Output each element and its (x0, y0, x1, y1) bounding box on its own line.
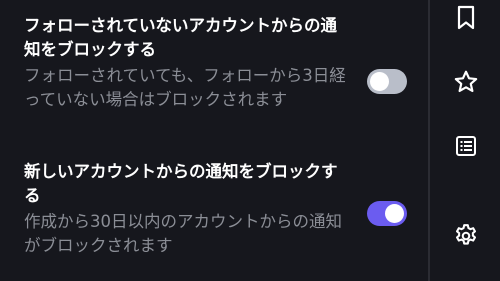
bookmarks-button[interactable] (452, 4, 480, 32)
setting-title: フォローされていないアカウントからの通知をブロックする (24, 16, 338, 59)
setting-block-new-accounts: 新しいアカウントからの通知をブロックする 作成から30日以内のアカウントからの通… (24, 160, 346, 258)
bookmark-icon (457, 5, 475, 30)
list-icon (456, 136, 476, 156)
settings-button[interactable] (452, 222, 480, 250)
favourites-button[interactable] (452, 68, 480, 96)
block-unfollowed-toggle[interactable] (367, 69, 407, 94)
star-icon (454, 70, 478, 93)
setting-block-unfollowed: フォローされていないアカウントからの通知をブロックする フォローされていても、フ… (24, 14, 346, 112)
lists-button[interactable] (452, 132, 480, 160)
setting-description: 作成から30日以内のアカウントからの通知がブロックされます (24, 212, 342, 255)
block-new-accounts-toggle[interactable] (367, 201, 407, 226)
toggle-knob (370, 72, 389, 91)
gear-icon (455, 224, 477, 245)
setting-description: フォローされていても、フォローから3日経っていない場合はブロックされます (24, 66, 346, 109)
toggle-knob (385, 204, 404, 223)
settings-panel: フォローされていないアカウントからの通知をブロックする フォローされていても、フ… (0, 0, 428, 281)
setting-title: 新しいアカウントからの通知をブロックする (24, 162, 338, 205)
notification-filter-screen: フォローされていないアカウントからの通知をブロックする フォローされていても、フ… (0, 0, 500, 281)
sidebar (430, 0, 500, 281)
